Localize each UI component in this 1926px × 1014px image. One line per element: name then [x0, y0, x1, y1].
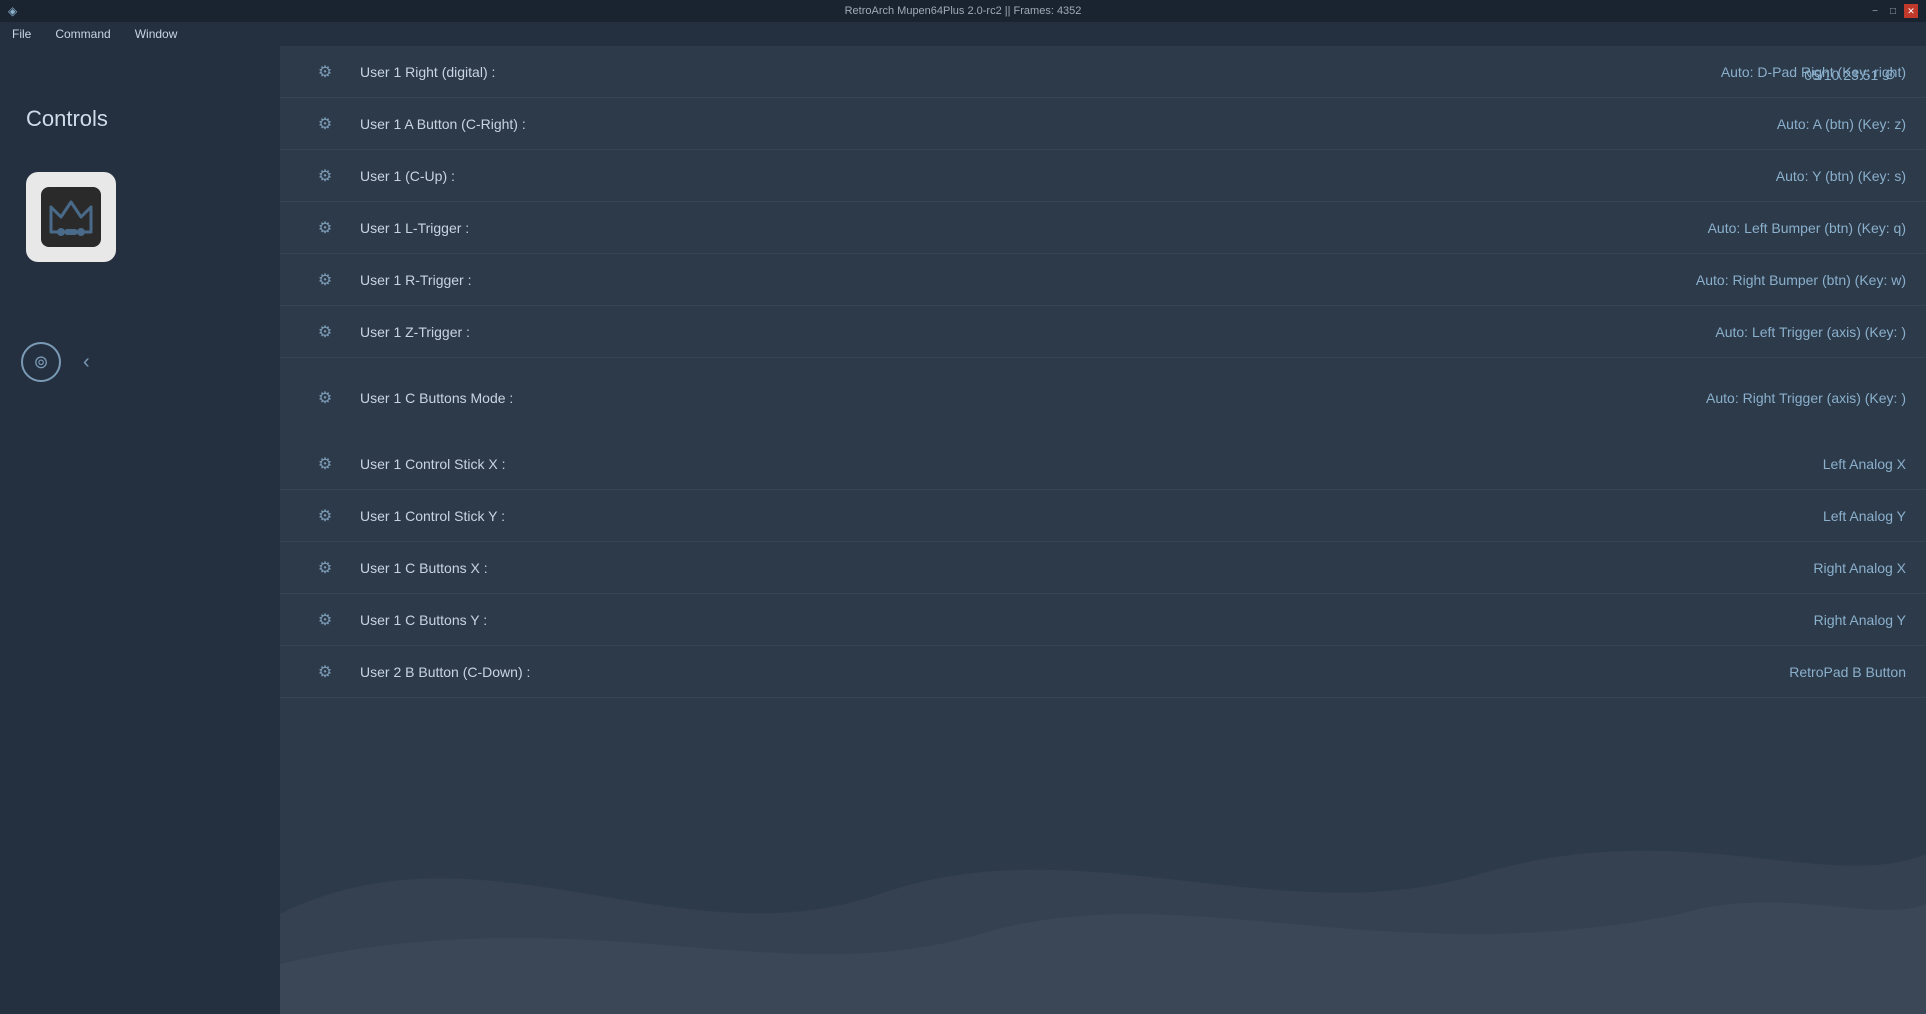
label-a-button: User 1 A Button (C-Right) : — [340, 116, 1506, 132]
menu-bar: File Command Window — [0, 22, 1926, 46]
gear-icon-4: ⚙ — [310, 270, 340, 290]
gear-icon-mode: ⚙ — [310, 388, 340, 408]
value-r-trigger: Auto: Right Bumper (btn) (Key: w) — [1506, 272, 1906, 288]
gear-icon-7: ⚙ — [310, 506, 340, 526]
clock-icon: ⊙ — [1884, 66, 1896, 83]
row-control-stick-x[interactable]: ⚙ User 1 Control Stick X : Left Analog X — [280, 438, 1926, 490]
label-control-stick-y: User 1 Control Stick Y : — [340, 508, 1506, 524]
label-z-trigger: User 1 Z-Trigger : — [340, 324, 1506, 340]
value-c-buttons-mode: Auto: Right Trigger (axis) (Key: ) — [1506, 390, 1906, 406]
row-z-trigger[interactable]: ⚙ User 1 Z-Trigger : Auto: Left Trigger … — [280, 306, 1926, 358]
row-user2-b-button[interactable]: ⚙ User 2 B Button (C-Down) : RetroPad B … — [280, 646, 1926, 698]
timestamp-area: 05/10 23:51 ⊙ — [1804, 66, 1896, 83]
timestamp-text: 05/10 23:51 — [1804, 67, 1878, 83]
value-c-up: Auto: Y (btn) (Key: s) — [1506, 168, 1906, 184]
label-c-buttons-mode: User 1 C Buttons Mode : — [340, 390, 1506, 406]
window-controls: − □ ✕ — [1868, 4, 1918, 18]
minimize-button[interactable]: − — [1868, 4, 1882, 18]
settings-rows: ⚙ User 1 Right (digital) : Auto: D-Pad R… — [280, 46, 1926, 698]
label-r-trigger: User 1 R-Trigger : — [340, 272, 1506, 288]
gear-icon-9: ⚙ — [310, 610, 340, 630]
row-a-button[interactable]: ⚙ User 1 A Button (C-Right) : Auto: A (b… — [280, 98, 1926, 150]
label-c-buttons-x: User 1 C Buttons X : — [340, 560, 1506, 576]
row-r-trigger[interactable]: ⚙ User 1 R-Trigger : Auto: Right Bumper … — [280, 254, 1926, 306]
label-c-buttons-y: User 1 C Buttons Y : — [340, 612, 1506, 628]
value-user2-b-button: RetroPad B Button — [1506, 664, 1906, 680]
value-control-stick-y: Left Analog Y — [1506, 508, 1906, 524]
gear-icon-0: ⚙ — [310, 62, 340, 82]
row-c-buttons-x[interactable]: ⚙ User 1 C Buttons X : Right Analog X — [280, 542, 1926, 594]
sidebar: Controls ⊚ ‹ — [0, 46, 280, 1014]
controls-icon: ⊚ — [21, 342, 61, 382]
game-icon — [26, 172, 116, 262]
app-icon: ◈ — [8, 3, 24, 19]
menu-file[interactable]: File — [8, 25, 35, 43]
row-l-trigger[interactable]: ⚙ User 1 L-Trigger : Auto: Left Bumper (… — [280, 202, 1926, 254]
menu-command[interactable]: Command — [51, 25, 114, 43]
row-c-buttons-y[interactable]: ⚙ User 1 C Buttons Y : Right Analog Y — [280, 594, 1926, 646]
main-layout: Controls ⊚ ‹ 05/10 23:51 ⊙ — [0, 46, 1926, 1014]
content-area: 05/10 23:51 ⊙ ⚙ User 1 Right (digital) :… — [280, 46, 1926, 1014]
value-control-stick-x: Left Analog X — [1506, 456, 1906, 472]
row-control-stick-y[interactable]: ⚙ User 1 Control Stick Y : Left Analog Y — [280, 490, 1926, 542]
sidebar-title: Controls — [26, 106, 108, 132]
controls-nav: ⊚ ‹ — [21, 342, 110, 382]
gear-icon-1: ⚙ — [310, 114, 340, 134]
gear-icon-10: ⚙ — [310, 662, 340, 682]
value-c-buttons-y: Right Analog Y — [1506, 612, 1906, 628]
row-right-digital[interactable]: ⚙ User 1 Right (digital) : Auto: D-Pad R… — [280, 46, 1926, 98]
gear-icon-5: ⚙ — [310, 322, 340, 342]
gear-icon-2: ⚙ — [310, 166, 340, 186]
gear-icon-8: ⚙ — [310, 558, 340, 578]
row-c-buttons-mode[interactable]: ⚙ User 1 C Buttons Mode : Auto: Right Tr… — [280, 358, 1926, 438]
back-button[interactable]: ‹ — [83, 351, 90, 374]
window-title: RetroArch Mupen64Plus 2.0-rc2 || Frames:… — [845, 5, 1082, 17]
close-button[interactable]: ✕ — [1904, 4, 1918, 18]
row-c-up[interactable]: ⚙ User 1 (C-Up) : Auto: Y (btn) (Key: s) — [280, 150, 1926, 202]
label-control-stick-x: User 1 Control Stick X : — [340, 456, 1506, 472]
gear-icon-6: ⚙ — [310, 454, 340, 474]
value-z-trigger: Auto: Left Trigger (axis) (Key: ) — [1506, 324, 1906, 340]
label-c-up: User 1 (C-Up) : — [340, 168, 1506, 184]
value-a-button: Auto: A (btn) (Key: z) — [1506, 116, 1906, 132]
title-bar: ◈ RetroArch Mupen64Plus 2.0-rc2 || Frame… — [0, 0, 1926, 22]
menu-window[interactable]: Window — [131, 25, 182, 43]
maximize-button[interactable]: □ — [1886, 4, 1900, 18]
value-l-trigger: Auto: Left Bumper (btn) (Key: q) — [1506, 220, 1906, 236]
label-user2-b-button: User 2 B Button (C-Down) : — [340, 664, 1506, 680]
label-right-digital: User 1 Right (digital) : — [340, 64, 1506, 80]
value-c-buttons-x: Right Analog X — [1506, 560, 1906, 576]
gear-icon-3: ⚙ — [310, 218, 340, 238]
label-l-trigger: User 1 L-Trigger : — [340, 220, 1506, 236]
